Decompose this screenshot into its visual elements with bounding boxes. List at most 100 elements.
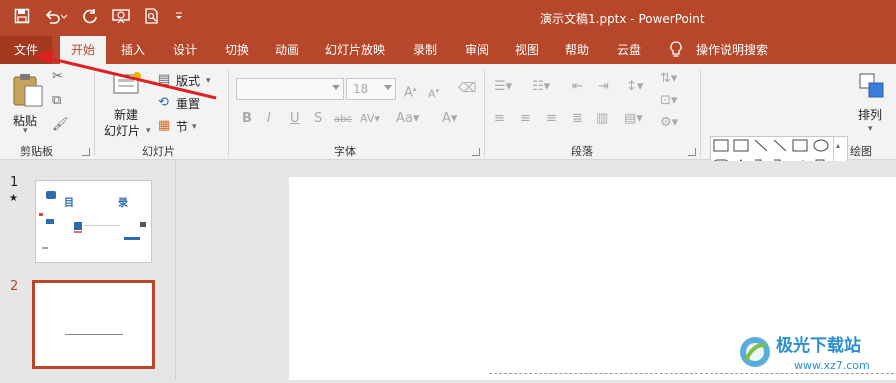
italic-icon[interactable]: I [267, 112, 271, 126]
arrange-icon [859, 73, 884, 98]
justify-icon[interactable]: ≣ [572, 112, 583, 126]
align-center-icon[interactable]: ≡ [520, 112, 531, 126]
line-spacing-icon[interactable]: ↕▾ [626, 80, 643, 94]
increase-indent-icon[interactable]: ⇥ [598, 80, 609, 94]
decrease-indent-icon[interactable]: ⇤ [572, 80, 583, 94]
decrease-font-icon[interactable]: A▾ [428, 84, 439, 102]
cut-icon[interactable]: ✂ [52, 70, 63, 84]
ribbon-tabs: 文件 开始 插入 设计 切换 动画 幻灯片放映 录制 审阅 视图 帮助 云盘 操… [0, 36, 896, 64]
section-icon: ▦ [158, 118, 171, 133]
watermark-logo: 极光下载站 www.xz7.com [736, 328, 896, 378]
increase-font-icon[interactable]: A▴ [404, 82, 416, 100]
title-bar: 演示文稿1.pptx - PowerPoint [0, 0, 896, 36]
watermark-text: 极光下载站 [776, 335, 861, 356]
distributed-icon[interactable]: ▥ [596, 112, 608, 126]
slide-thumb-bar [124, 237, 140, 240]
smartart-icon[interactable]: ⚙▾ [660, 116, 678, 130]
font-name-select[interactable] [236, 78, 344, 100]
format-painter-icon[interactable]: 🖌 [52, 118, 69, 132]
arrange-label: 排列 [858, 108, 883, 122]
slide-thumbnail-2[interactable] [32, 280, 155, 369]
chevron-down-icon: ▾ [192, 122, 197, 132]
section-button[interactable]: ▦ 节 ▾ [158, 118, 218, 136]
new-slide-button[interactable]: 新建 幻灯片 ▾ [104, 72, 152, 138]
paste-button[interactable]: 粘贴 ▾ [8, 70, 48, 136]
text-direction-icon[interactable]: ⇅▾ [660, 72, 677, 86]
group-separator [228, 70, 229, 156]
chevron-down-icon: ▾ [206, 76, 211, 86]
align-right-icon[interactable]: ≡ [546, 112, 557, 126]
tab-home[interactable]: 开始 [60, 36, 106, 64]
group-separator [700, 70, 701, 156]
slide-thumb-line [84, 225, 120, 226]
slide-thumb-shape [74, 222, 82, 230]
numbering-icon[interactable]: ☷▾ [532, 80, 550, 94]
ribbon-home: 粘贴 ▾ ✂ ⧉ 🖌 剪贴板 新建 幻灯片 ▾ ▤ 版式 ▾ ⟲ 重置 ▦ 节 … [0, 64, 896, 196]
undo-icon[interactable] [44, 8, 68, 24]
chevron-down-icon [332, 85, 340, 90]
slide-thumb-title-left: 目 [64, 198, 74, 209]
animation-star-icon: ★ [9, 193, 18, 204]
new-slide-label-1: 新建 [114, 108, 139, 122]
lightbulb-icon[interactable] [664, 36, 688, 64]
tab-help[interactable]: 帮助 [556, 36, 598, 64]
font-launcher-icon[interactable] [472, 148, 480, 156]
section-label: 节 [176, 120, 189, 134]
underline-icon[interactable]: U [290, 112, 300, 126]
tab-animations[interactable]: 动画 [266, 36, 308, 64]
tab-insert[interactable]: 插入 [112, 36, 154, 64]
slides-group-label: 幻灯片 [142, 145, 175, 158]
font-group-label: 字体 [334, 145, 356, 158]
customize-icon[interactable] [174, 8, 184, 24]
clipboard-launcher-icon[interactable] [82, 148, 90, 156]
reset-icon: ⟲ [158, 95, 169, 110]
slide-thumb-shape [46, 191, 56, 199]
font-color-icon[interactable]: A▾ [442, 112, 457, 126]
slide-number: 1 [10, 175, 19, 190]
reset-label: 重置 [176, 97, 201, 111]
slide-number: 2 [10, 279, 19, 294]
slideshow-icon[interactable] [112, 8, 130, 24]
strikethrough-icon[interactable]: abc [334, 113, 352, 127]
tab-review[interactable]: 审阅 [456, 36, 498, 64]
tab-slideshow[interactable]: 幻灯片放映 [320, 36, 390, 64]
new-slide-icon [113, 72, 141, 94]
tab-record[interactable]: 录制 [404, 36, 446, 64]
tab-transitions[interactable]: 切换 [216, 36, 258, 64]
tab-cloud[interactable]: 云盘 [608, 36, 650, 64]
clipboard-group-label: 剪贴板 [20, 145, 53, 158]
clear-format-icon[interactable]: ⌫ [458, 82, 476, 96]
font-size-select[interactable]: 18 [346, 78, 396, 100]
layout-label: 版式 [176, 74, 201, 88]
reset-button[interactable]: ⟲ 重置 [158, 95, 218, 113]
slide-thumb-shape [46, 219, 54, 224]
bold-icon[interactable]: B [242, 112, 252, 126]
arrange-button[interactable]: 排列 ▾ [854, 72, 894, 138]
slide-thumb-line [65, 334, 123, 335]
tell-me-search[interactable]: 操作说明搜索 [692, 36, 772, 64]
slide-thumbnail-1[interactable]: 目 录 [35, 180, 152, 263]
tab-file[interactable]: 文件 [0, 36, 52, 64]
clipboard-icon [13, 74, 43, 107]
tab-view[interactable]: 视图 [506, 36, 548, 64]
paragraph-launcher-icon[interactable] [688, 148, 696, 156]
save-icon[interactable] [14, 8, 30, 24]
copy-icon[interactable]: ⧉ [52, 94, 61, 108]
slide-thumbnail-pane: 1 ★ 目 录 2 [0, 161, 176, 380]
layout-button[interactable]: ▤ 版式 ▾ [158, 72, 218, 90]
bullets-icon[interactable]: ☰▾ [494, 80, 512, 94]
chevron-up-icon: ▴ [836, 141, 841, 150]
columns-icon[interactable]: ▤▾ [624, 112, 643, 126]
slide-thumb-mark [39, 213, 43, 216]
tab-design[interactable]: 设计 [164, 36, 206, 64]
shadow-icon[interactable]: S [314, 112, 322, 126]
character-spacing-icon[interactable]: AV▾ [360, 112, 380, 126]
slide-thumb-mark [42, 247, 48, 249]
change-case-icon[interactable]: Aa▾ [396, 112, 419, 126]
group-separator [484, 70, 485, 156]
redo-icon[interactable] [82, 8, 98, 24]
preview-icon[interactable] [144, 8, 160, 24]
align-left-icon[interactable]: ≡ [494, 112, 505, 126]
align-text-icon[interactable]: ⊡▾ [660, 94, 677, 108]
chevron-down-icon: ▾ [23, 126, 28, 136]
